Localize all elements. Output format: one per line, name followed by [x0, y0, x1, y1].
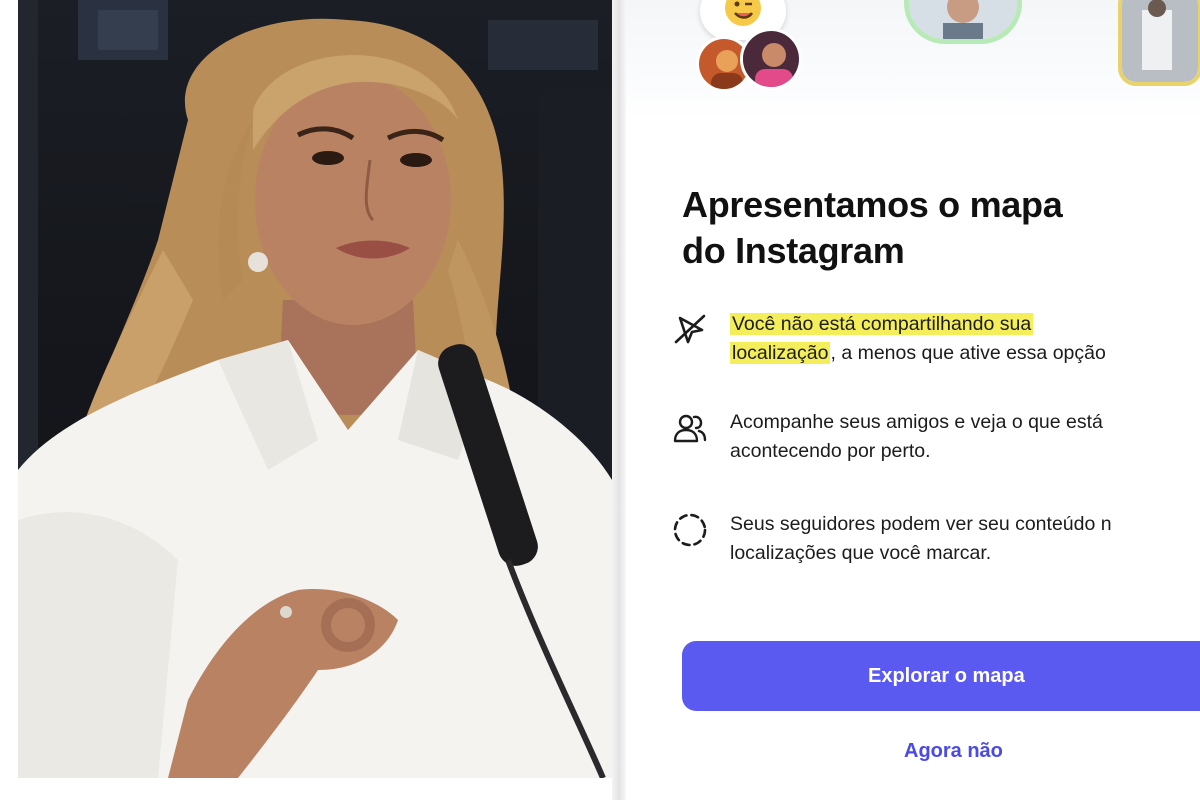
not-now-link[interactable]: Agora não — [904, 740, 1064, 763]
title-line-2: do Instagram — [682, 230, 905, 271]
explore-map-button[interactable]: Explorar o mapa — [682, 641, 1200, 711]
feature-text: Você não está compartilhando sua localiz… — [730, 310, 1200, 368]
feature-line: acontecendo por perto. — [730, 440, 931, 462]
feature-text: Seus seguidores podem ver seu conteúdo n… — [730, 510, 1200, 568]
feature-text: Acompanhe seus amigos e veja o que está … — [730, 408, 1200, 466]
feature-line: Seus seguidores podem ver seu conteúdo n — [730, 513, 1112, 535]
friend-avatar[interactable] — [740, 28, 802, 90]
story-thumbnail[interactable] — [1118, 0, 1200, 86]
instagram-map-prompt: Apresentamos o mapa do Instagram Você nã… — [626, 0, 1200, 800]
speaker-photo — [18, 0, 612, 778]
panel-divider — [612, 0, 626, 800]
highlighted-text: localização — [730, 342, 831, 364]
dashed-circle-icon — [673, 513, 707, 547]
location-off-icon — [674, 314, 706, 344]
title-line-1: Apresentamos o mapa — [682, 184, 1063, 225]
speaker-photo-illustration — [18, 0, 612, 778]
feature-line: localizações que você marcar. — [730, 542, 992, 564]
prompt-title: Apresentamos o mapa do Instagram — [682, 182, 1182, 274]
feature-text-rest: , a menos que ative essa opção — [830, 342, 1106, 364]
highlighted-text: Você não está compartilhando sua — [730, 313, 1034, 335]
friends-icon — [673, 414, 707, 443]
feature-line: Acompanhe seus amigos e veja o que está — [730, 411, 1103, 433]
